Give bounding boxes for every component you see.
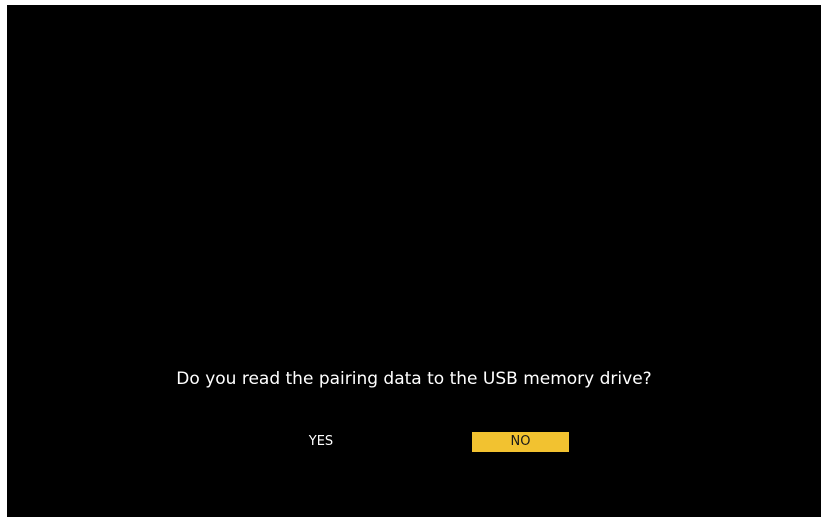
no-option[interactable]: NO [472,432,569,452]
dialog-prompt: Do you read the pairing data to the USB … [176,369,652,389]
yes-option[interactable]: YES [273,432,369,452]
dialog-screen: Do you read the pairing data to the USB … [7,5,821,517]
